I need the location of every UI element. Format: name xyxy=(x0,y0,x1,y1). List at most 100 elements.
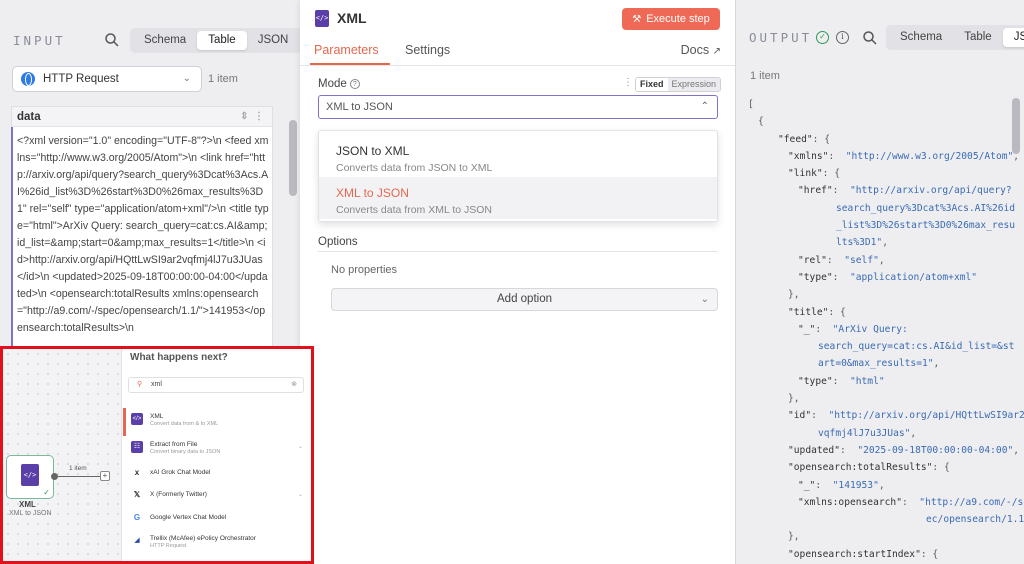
json-line: search_query=cat:cs.AI&id_list=&st xyxy=(818,341,1015,353)
input-data-table: data ⇕ ⋮ <?xml version="1.0" encoding="U… xyxy=(11,106,273,356)
input-view-switch: Schema Table JSON xyxy=(130,28,302,53)
highlighted-inset: </> ✓ XML XML to JSON 1 item + What happ… xyxy=(0,346,314,564)
output-scrollbar[interactable] xyxy=(1012,98,1020,154)
json-line: "id": "http://arxiv.org/api/HQttLwSI9ar2 xyxy=(788,410,1024,422)
chevron-up-icon: ⌃ xyxy=(700,101,709,112)
json-line: "feed": { xyxy=(778,133,830,145)
json-line: "title": { xyxy=(788,306,846,318)
json-output-view: [ { "feed": { "xmlns": "http://www.w3.or… xyxy=(748,96,1024,563)
xml-node-icon: </> xyxy=(21,464,39,486)
output-item-count: 1 item xyxy=(750,70,780,82)
search-icon: ⚲ xyxy=(137,381,143,388)
fixed-toggle[interactable]: Fixed xyxy=(636,78,668,91)
mode-select[interactable]: XML to JSON ⌃ xyxy=(318,95,718,119)
node-subtitle: XML to JSON xyxy=(9,510,52,517)
globe-icon xyxy=(21,72,35,86)
mode-dropdown-menu: JSON to XML Converts data from JSON to X… xyxy=(318,130,718,222)
more-options-icon[interactable]: ⋮ xyxy=(623,77,633,88)
chevron-down-icon: ⌄ xyxy=(182,73,191,84)
docs-label: Docs xyxy=(680,43,710,57)
json-line: "_": "ArXiv Query: xyxy=(798,323,908,335)
tab-parameters[interactable]: Parameters xyxy=(314,43,379,57)
node-title[interactable]: XML xyxy=(337,10,367,26)
chevron-right-icon: ⌄ xyxy=(297,444,303,450)
input-panel-title: INPUT xyxy=(13,33,66,48)
mode-label-text: Mode xyxy=(318,78,347,90)
help-icon[interactable]: ? xyxy=(349,79,360,89)
node-result-name: Google Vertex Chat Model xyxy=(150,514,227,521)
input-node-select[interactable]: HTTP Request ⌄ xyxy=(12,66,202,92)
tab-settings[interactable]: Settings xyxy=(405,43,450,57)
mode-option-xml-to-json[interactable]: XML to JSON Converts data from XML to JS… xyxy=(319,177,717,219)
table-header-data[interactable]: data ⇕ ⋮ xyxy=(12,107,272,127)
execute-step-button[interactable]: ⚒ Execute step xyxy=(622,8,720,30)
input-tab-json[interactable]: JSON xyxy=(247,31,300,50)
output-tab-json[interactable]: JSO xyxy=(1002,28,1024,47)
input-scrollbar[interactable] xyxy=(289,120,297,196)
selected-indicator xyxy=(123,408,126,436)
json-line: }, xyxy=(788,393,800,405)
node-result-name: Extract from File xyxy=(150,441,198,448)
external-link-icon: ↗ xyxy=(712,46,721,57)
json-line: }, xyxy=(788,289,800,301)
mode-option-title: XML to JSON xyxy=(336,186,409,200)
table-cell-data[interactable]: <?xml version="1.0" encoding="UTF-8"?>\n… xyxy=(11,127,272,356)
json-line: _list%3D%26start%3D0%26max_resu xyxy=(836,220,1016,232)
node-creator-title: What happens next? xyxy=(130,352,228,363)
input-tab-schema[interactable]: Schema xyxy=(133,31,197,50)
node-result-name: X (Formerly Twitter) xyxy=(150,491,207,498)
output-tab-table[interactable]: Table xyxy=(953,28,1003,47)
mode-label: Mode? xyxy=(318,78,360,90)
add-option-button[interactable]: Add option ⌄ xyxy=(331,288,718,311)
options-divider xyxy=(318,251,718,252)
options-heading: Options xyxy=(318,236,358,248)
xml-icon: </> xyxy=(131,413,143,425)
connection-line xyxy=(55,476,100,477)
flask-icon: ⚒ xyxy=(632,13,642,25)
json-line: "opensearch:totalResults": { xyxy=(788,462,950,474)
input-tab-table[interactable]: Table xyxy=(197,31,247,50)
json-line: "xmlns": "http://www.w3.org/2005/Atom", xyxy=(788,150,1020,162)
node-search-value: xml xyxy=(151,381,162,388)
json-line: ec/opensearch/1.1/" xyxy=(926,514,1024,526)
node-search-input[interactable]: ⚲ xml ⊗ xyxy=(128,377,304,393)
output-tab-schema[interactable]: Schema xyxy=(889,28,953,47)
json-line: "xmlns:opensearch": "http://a9.com/-/sp xyxy=(798,496,1024,508)
json-line: "rel": "self", xyxy=(798,254,885,266)
mode-option-json-to-xml[interactable]: JSON to XML Converts data from JSON to X… xyxy=(319,135,717,177)
fixed-expression-toggle: Fixed Expression xyxy=(635,77,722,92)
x-icon: 𝕏 xyxy=(133,490,141,499)
parameters-panel: </> XML ⚒ Execute step Parameters Settin… xyxy=(300,0,735,564)
xai-icon: x xyxy=(134,468,140,477)
json-line: art=0&max_results=1", xyxy=(818,358,940,370)
info-icon[interactable]: i xyxy=(836,31,849,44)
json-line: "type": "application/atom+xml" xyxy=(798,271,978,283)
json-line: "opensearch:startIndex": { xyxy=(788,548,939,560)
expression-toggle[interactable]: Expression xyxy=(667,78,721,91)
json-line: "link": { xyxy=(788,168,840,180)
docs-link[interactable]: Docs ↗ xyxy=(681,43,721,57)
json-line: vqfmj4lJ7u3JUas", xyxy=(818,427,917,439)
output-panel-title: OUTPUT xyxy=(749,30,813,45)
node-result-name: xAI Grok Chat Model xyxy=(150,469,211,476)
xml-node[interactable]: </> ✓ xyxy=(6,455,54,499)
xml-node-icon: </> xyxy=(315,10,329,27)
input-node-select-value: HTTP Request xyxy=(43,73,119,85)
execute-step-label: Execute step xyxy=(646,13,710,25)
node-result-desc: Convert binary data to JSON xyxy=(150,449,221,455)
clear-icon[interactable]: ⊗ xyxy=(291,378,297,392)
node-name: XML xyxy=(19,500,36,509)
add-node-plus-icon[interactable]: + xyxy=(100,471,110,481)
input-item-count: 1 item xyxy=(208,73,238,85)
json-line: }, xyxy=(788,531,800,543)
column-menu-icon[interactable]: ⇕ ⋮ xyxy=(240,107,264,127)
node-result-name: Trellix (McAfee) ePolicy Orchestrator xyxy=(150,535,256,542)
output-view-switch: Schema Table JSO xyxy=(886,25,1024,50)
search-icon[interactable] xyxy=(862,30,878,46)
output-panel: OUTPUT ✓ i Schema Table JSO 1 item [ { "… xyxy=(735,0,1024,564)
extract-file-icon: ☷ xyxy=(131,441,143,453)
search-icon[interactable] xyxy=(104,32,120,48)
node-result-desc: HTTP Request xyxy=(150,543,187,549)
google-icon: G xyxy=(133,513,141,522)
workflow-canvas[interactable]: </> ✓ XML XML to JSON 1 item + xyxy=(3,349,121,561)
